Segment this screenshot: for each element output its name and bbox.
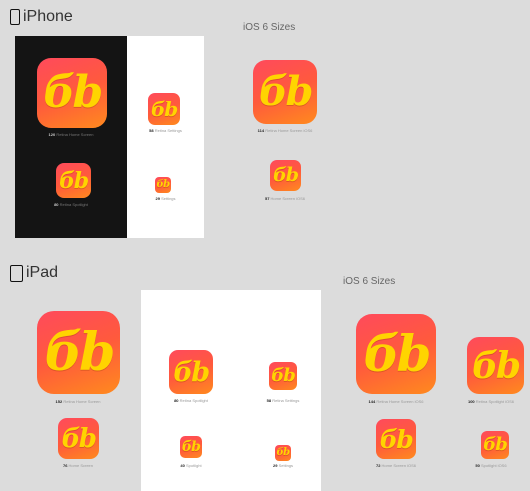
caption-72: 72 Home Screen iOS6: [375, 463, 417, 468]
caption-80-ipad: 80 Retina Spotlight: [174, 398, 208, 403]
ipad-device-icon: [10, 264, 23, 282]
caption-76: 76 Home Screen: [62, 463, 94, 468]
iphone-ios6-sizes-label: iOS 6 Sizes: [243, 22, 296, 33]
app-icon-120: бb: [37, 58, 107, 128]
caption-57: 57 Home Screen iOS6: [264, 196, 306, 201]
app-icon-76: бb: [58, 418, 99, 459]
caption-120: 120 Retina Home Screen: [48, 132, 94, 137]
caption-80: 80 Retina Spotlight: [54, 202, 88, 207]
iphone-dark-panel: бb 120 Retina Home Screen бb 80 Retina S…: [15, 36, 127, 238]
app-icon-58: бb: [148, 93, 180, 125]
caption-58-ipad: 58 Retina Settings: [266, 398, 300, 403]
caption-114: 114 Retina Home Screen iOS6: [257, 128, 313, 133]
caption-40: 40 Spotlight: [180, 463, 202, 468]
app-icon-57: бb: [270, 160, 301, 191]
iphone-device-icon: [10, 9, 20, 25]
app-icon-114: бb: [253, 60, 317, 124]
app-icon-100: бb: [467, 337, 524, 394]
ipad-section-title: iPad: [10, 264, 58, 282]
ipad-ios6-sizes-label: iOS 6 Sizes: [343, 276, 396, 287]
app-icon-80: бb: [56, 163, 91, 198]
iphone-title: iPhone: [23, 8, 73, 25]
app-icon-29-ipad: бb: [275, 445, 291, 461]
app-icon-29: бb: [155, 177, 171, 193]
caption-50: 50 Spotlight iOS6: [475, 463, 507, 468]
caption-58: 58 Retina Settings: [149, 128, 182, 133]
app-icon-152: бb: [37, 311, 120, 394]
iphone-section-title: iPhone: [10, 8, 73, 26]
ipad-light-panel: бb 80 Retina Spotlight бb 40 Spotlight б…: [141, 290, 321, 491]
app-icon-40: бb: [180, 436, 202, 458]
app-icon-80-ipad: бb: [169, 350, 213, 394]
caption-152: 152 Retina Home Screen: [55, 399, 101, 404]
caption-144: 144 Retina Home Screen iOS6: [368, 399, 424, 404]
caption-100: 100 Retina Spotlight iOS6: [467, 399, 515, 404]
caption-29-ipad: 29 Settings: [272, 463, 294, 468]
app-icon-144: бb: [356, 314, 436, 394]
caption-29: 29 Settings: [155, 196, 176, 201]
app-icon-58-ipad: бb: [269, 362, 297, 390]
iphone-light-panel: бb 58 Retina Settings бb 29 Settings: [127, 36, 204, 238]
ipad-title: iPad: [26, 264, 59, 281]
app-icon-50: бb: [481, 431, 509, 459]
app-icon-72: бb: [376, 419, 416, 459]
